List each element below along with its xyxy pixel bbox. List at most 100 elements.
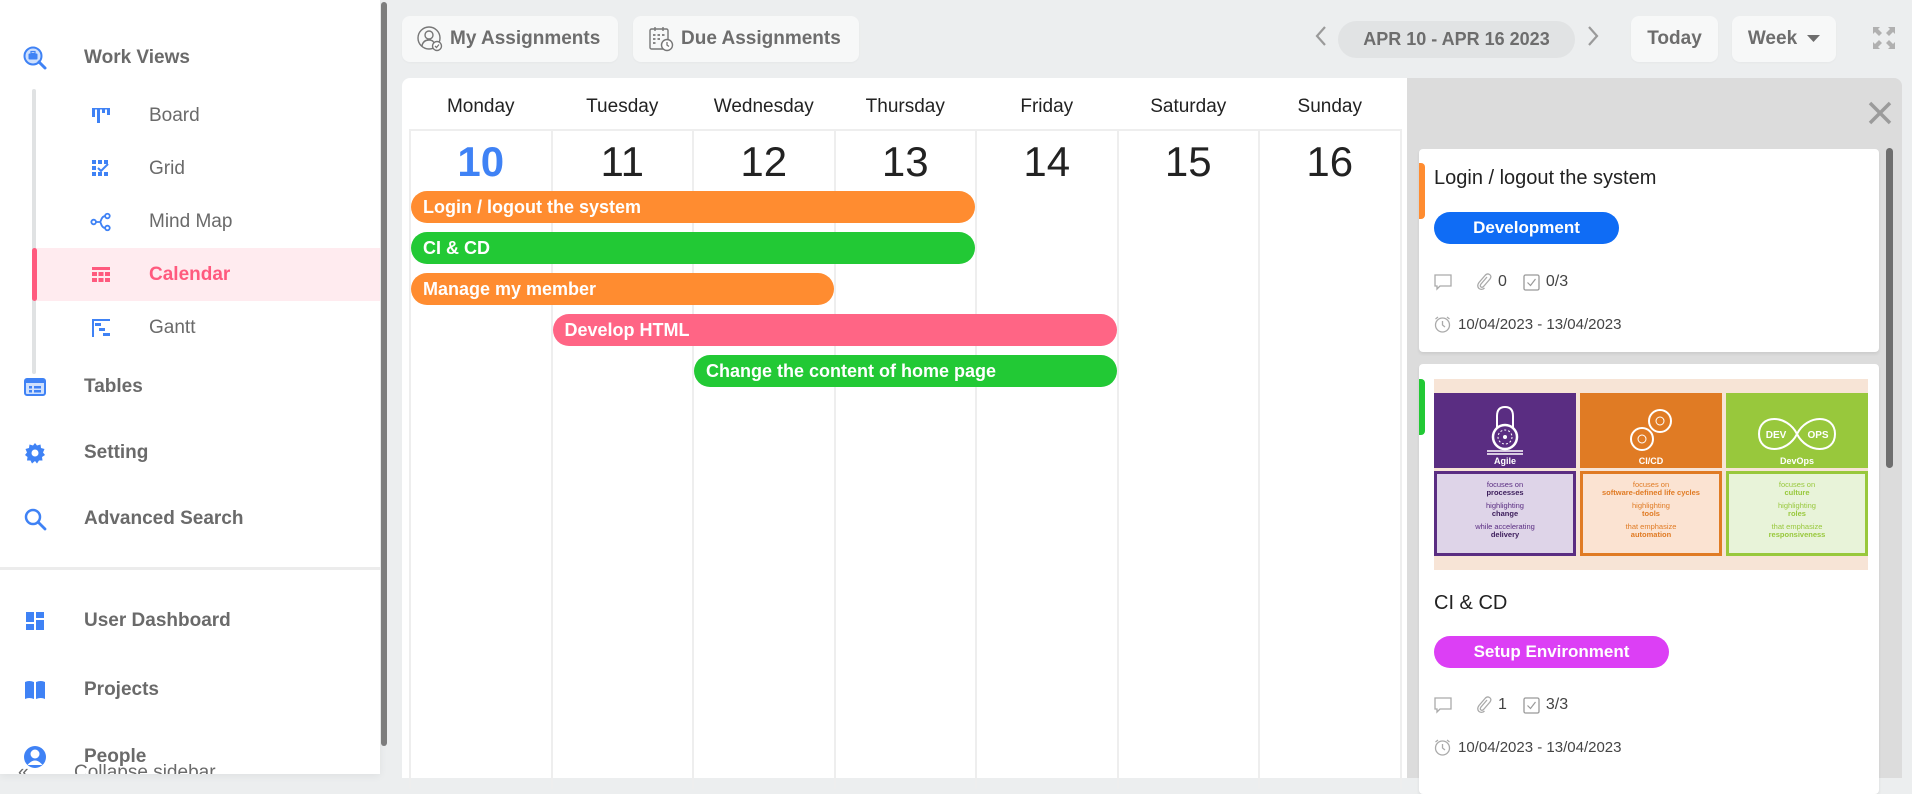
calendar-event[interactable]: Change the content of home page bbox=[694, 355, 1117, 387]
gear-icon bbox=[22, 440, 48, 466]
sidebar-item-work-views[interactable]: Work Views bbox=[0, 38, 380, 78]
date-number[interactable]: 13 bbox=[835, 138, 977, 186]
card-tag[interactable]: Setup Environment bbox=[1434, 636, 1669, 668]
calendar-event[interactable]: Login / logout the system bbox=[411, 191, 975, 223]
collapse-label: Collapse sidebar bbox=[74, 762, 216, 774]
caret-down-icon bbox=[1807, 35, 1821, 43]
sidebar-item-grid[interactable]: Grid bbox=[36, 142, 380, 195]
task-card[interactable]: Agile focuses on processes highlighting chan… bbox=[1419, 364, 1879, 794]
date-number[interactable]: 16 bbox=[1259, 138, 1401, 186]
paperclip-icon bbox=[1476, 273, 1492, 291]
calendar-event[interactable]: Develop HTML bbox=[552, 314, 1117, 346]
sidebar-item-label: Board bbox=[149, 104, 200, 126]
active-indicator bbox=[32, 248, 37, 301]
comment-icon bbox=[1434, 696, 1452, 714]
card-title: Login / logout the system bbox=[1434, 167, 1657, 189]
illustration-title: CI/CD bbox=[1638, 456, 1664, 466]
sidebar-divider bbox=[0, 567, 380, 570]
sidebar-item-projects[interactable]: Projects bbox=[0, 670, 380, 710]
due-assignments-button[interactable]: Due Assignments bbox=[633, 16, 859, 62]
calendar-icon bbox=[90, 264, 112, 286]
day-header: Saturday bbox=[1150, 96, 1227, 117]
checklist-icon bbox=[1523, 273, 1540, 291]
sidebar-item-label: Grid bbox=[149, 157, 185, 179]
checklist-icon bbox=[1523, 696, 1540, 714]
sidebar-item-advanced-search[interactable]: Advanced Search bbox=[0, 499, 380, 539]
sidebar-item-calendar[interactable]: Calendar bbox=[36, 248, 380, 301]
user-check-icon bbox=[416, 25, 444, 53]
day-column-divider bbox=[692, 129, 694, 789]
date-number[interactable]: 15 bbox=[1118, 138, 1260, 186]
illustration-column: Agile focuses on processes highlighting chan… bbox=[1434, 393, 1576, 556]
chevron-right-icon[interactable] bbox=[1586, 24, 1600, 55]
day-column-divider bbox=[550, 129, 553, 789]
card-meta: 1 3/3 bbox=[1434, 696, 1568, 714]
today-date-number[interactable]: 10 bbox=[410, 138, 552, 186]
sidebar: Work Views Board Grid Mind Map Calendar … bbox=[0, 0, 380, 774]
tables-icon bbox=[22, 374, 48, 400]
card-cover-image: Agile focuses on processes highlighting chan… bbox=[1434, 379, 1868, 570]
view-select[interactable]: Week bbox=[1732, 16, 1836, 62]
dashboard-icon bbox=[22, 608, 48, 634]
book-icon bbox=[22, 677, 48, 703]
task-side-panel: Login / logout the system Development 0 … bbox=[1407, 78, 1902, 794]
view-select-value: Week bbox=[1747, 28, 1798, 49]
my-assignments-label: My Assignments bbox=[450, 28, 601, 49]
day-header: Wednesday bbox=[713, 96, 814, 117]
sidebar-item-setting[interactable]: Setting bbox=[0, 433, 380, 473]
mind-map-icon bbox=[90, 211, 112, 233]
board-icon bbox=[90, 105, 112, 127]
my-assignments-button[interactable]: My Assignments bbox=[402, 16, 618, 62]
sidebar-item-label: Tables bbox=[84, 376, 143, 397]
date-number[interactable]: 11 bbox=[552, 138, 694, 186]
svg-text:DEV: DEV bbox=[1766, 430, 1787, 441]
checklist-count: 3/3 bbox=[1545, 696, 1569, 713]
checklist-count: 0/3 bbox=[1545, 273, 1569, 290]
illustration-header: DEV OPS DevOps bbox=[1726, 393, 1868, 468]
date-number[interactable]: 12 bbox=[693, 138, 835, 186]
calendar-clock-icon bbox=[647, 25, 675, 53]
calendar-week-view: Monday 10 Tuesday 11 Wednesday 12 Thursday 13 Fr… bbox=[402, 78, 1412, 789]
day-header: Tuesday bbox=[586, 96, 659, 117]
close-icon[interactable] bbox=[1867, 100, 1893, 126]
date-range-text: 10/04/2023 - 13/04/2023 bbox=[1458, 739, 1622, 756]
day-header: Sunday bbox=[1297, 96, 1362, 117]
day-header: Monday bbox=[446, 96, 515, 117]
task-card[interactable]: Login / logout the system Development 0 … bbox=[1419, 149, 1879, 352]
sidebar-scrollbar[interactable] bbox=[381, 2, 387, 746]
sidebar-item-mind-map[interactable]: Mind Map bbox=[36, 195, 380, 248]
chevron-left-icon[interactable] bbox=[1314, 24, 1328, 55]
illustration-body: focuses on software-defined life cycles hi… bbox=[1580, 471, 1722, 556]
day-column-divider bbox=[1258, 129, 1260, 789]
card-title: CI & CD bbox=[1434, 592, 1508, 614]
day-header: Friday bbox=[1020, 96, 1074, 117]
attachment-count: 0 bbox=[1498, 273, 1507, 290]
sidebar-item-label: Calendar bbox=[149, 263, 231, 285]
grid-icon bbox=[90, 158, 112, 180]
sidebar-item-label: Mind Map bbox=[149, 210, 233, 232]
panel-scrollbar[interactable] bbox=[1886, 148, 1893, 468]
today-label: Today bbox=[1647, 28, 1702, 49]
due-assignments-label: Due Assignments bbox=[681, 28, 841, 49]
card-tag[interactable]: Development bbox=[1434, 212, 1619, 244]
sidebar-item-user-dashboard[interactable]: User Dashboard bbox=[0, 601, 380, 641]
sidebar-item-tables[interactable]: Tables bbox=[0, 367, 380, 407]
date-range-display[interactable]: APR 10 - APR 16 2023 bbox=[1338, 21, 1575, 58]
card-date-range: 10/04/2023 - 13/04/2023 bbox=[1434, 316, 1621, 333]
illustration-header: CI/CD bbox=[1580, 393, 1722, 468]
illustration-body: focuses on processes highlighting change whi… bbox=[1434, 471, 1576, 556]
day-column-divider bbox=[409, 129, 411, 789]
card-date-range: 10/04/2023 - 13/04/2023 bbox=[1434, 739, 1621, 756]
calendar-event[interactable]: Manage my member bbox=[411, 273, 834, 305]
illustration-title: DevOps bbox=[1779, 456, 1814, 466]
sidebar-item-label: Gantt bbox=[149, 316, 196, 338]
devops-icon: DEV OPS bbox=[1757, 418, 1837, 450]
sidebar-item-board[interactable]: Board bbox=[36, 89, 380, 142]
sidebar-item-gantt[interactable]: Gantt bbox=[36, 301, 380, 354]
calendar-event[interactable]: CI & CD bbox=[411, 232, 975, 264]
date-row-border bbox=[410, 129, 1400, 131]
today-button[interactable]: Today bbox=[1631, 16, 1718, 62]
fullscreen-icon[interactable] bbox=[1872, 26, 1896, 50]
attachment-count: 1 bbox=[1498, 696, 1507, 713]
date-number[interactable]: 14 bbox=[976, 138, 1118, 186]
